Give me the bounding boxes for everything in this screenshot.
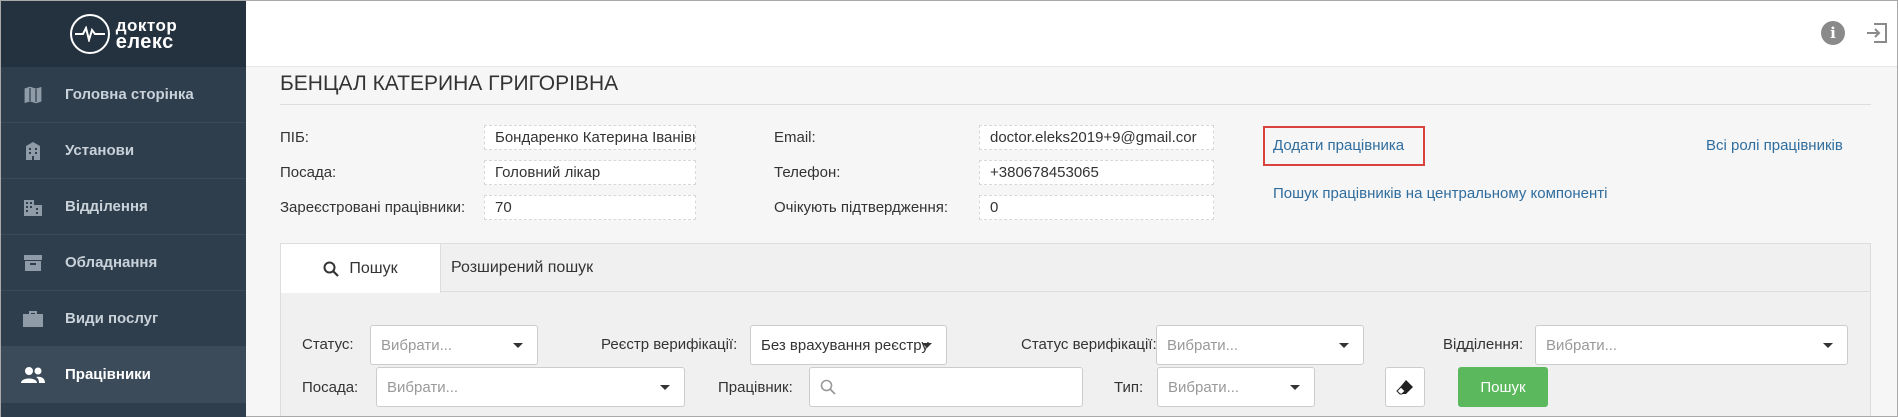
- sidebar-item-departments[interactable]: Відділення: [1, 179, 246, 235]
- chevron-down-icon: [1290, 385, 1300, 390]
- registry-select[interactable]: Без врахування реєстру: [750, 325, 947, 365]
- pib-value: Бондаренко Катерина Іванівна: [484, 125, 696, 150]
- chevron-down-icon: [1339, 343, 1349, 348]
- pending-value: 0: [979, 195, 1214, 220]
- archive-icon: [1, 253, 65, 273]
- department-select-value: Вибрати...: [1546, 337, 1618, 354]
- map-icon: [1, 84, 65, 105]
- search-panel: Пошук Розширений пошук Статус: Вибрати..…: [280, 243, 1871, 416]
- registry-label: Реєстр верифікації:: [601, 336, 738, 353]
- verification-status-select-value: Вибрати...: [1167, 337, 1239, 354]
- search-icon: [820, 379, 836, 400]
- type-select-value: Вибрати...: [1168, 379, 1240, 396]
- building-icon: [1, 141, 65, 161]
- sidebar-item-label: Головна сторінка: [65, 86, 194, 103]
- verification-status-label: Статус верифікації:: [1021, 336, 1157, 353]
- department-label: Відділення:: [1443, 336, 1524, 353]
- tab-search-label: Пошук: [349, 259, 398, 277]
- top-bar: i: [246, 1, 1897, 67]
- sidebar-item-label: Відділення: [65, 198, 148, 215]
- type-select[interactable]: Вибрати...: [1157, 367, 1315, 407]
- phone-label: Телефон:: [774, 164, 841, 181]
- info-icon[interactable]: i: [1821, 21, 1845, 45]
- clear-filters-button[interactable]: [1385, 367, 1425, 407]
- search-central-link[interactable]: Пошук працівників на центральному компон…: [1273, 185, 1607, 202]
- sidebar-item-services[interactable]: Види послуг: [1, 291, 246, 347]
- sidebar-item-label: Працівники: [65, 366, 151, 383]
- department-select[interactable]: Вибрати...: [1535, 325, 1848, 365]
- status-label: Статус:: [302, 336, 354, 353]
- sidebar-item-label: Установи: [65, 142, 135, 159]
- status-select-value: Вибрати...: [381, 337, 453, 354]
- type-label: Тип:: [1114, 379, 1144, 396]
- verification-status-select[interactable]: Вибрати...: [1156, 325, 1364, 365]
- position-filter-label: Посада:: [302, 379, 359, 396]
- logo-line2: елекс: [115, 31, 174, 53]
- main-content: БЕНЦАЛ КАТЕРИНА ГРИГОРІВНА ПІБ: Бондарен…: [246, 67, 1897, 416]
- position-select-value: Вибрати...: [387, 379, 459, 396]
- tab-search[interactable]: Пошук: [281, 244, 441, 293]
- tab-advanced-search[interactable]: Розширений пошук: [441, 244, 593, 291]
- sidebar-item-employees[interactable]: Працівники: [1, 347, 246, 403]
- sidebar-item-equipment[interactable]: Обладнання: [1, 235, 246, 291]
- logout-icon[interactable]: [1865, 21, 1889, 50]
- add-employee-link[interactable]: Додати працівника: [1273, 137, 1404, 154]
- eraser-icon: [1396, 379, 1414, 395]
- registry-select-value: Без врахування реєстру: [761, 337, 929, 354]
- employee-search-input[interactable]: [809, 367, 1083, 407]
- city-icon: [1, 197, 65, 217]
- logo-heartbeat-icon: [69, 14, 110, 54]
- sidebar-item-home[interactable]: Головна сторінка: [1, 67, 246, 123]
- briefcase-icon: [1, 309, 65, 329]
- chevron-down-icon: [1823, 343, 1833, 348]
- chevron-down-icon: [513, 343, 523, 348]
- tab-advanced-label: Розширений пошук: [451, 258, 594, 276]
- position-select[interactable]: Вибрати...: [376, 367, 685, 407]
- registered-label: Зареєстровані працівники:: [280, 199, 466, 216]
- chevron-down-icon: [922, 343, 932, 348]
- users-icon: [1, 366, 65, 384]
- sidebar-item-label: Обладнання: [65, 254, 158, 271]
- chevron-down-icon: [660, 385, 670, 390]
- position-value: Головний лікар: [484, 160, 696, 185]
- search-tabs: Пошук Розширений пошук: [281, 244, 1870, 293]
- phone-value: +380678453065: [979, 160, 1214, 185]
- search-icon: [323, 261, 340, 277]
- sidebar: доктор елекс Головна сторінка Установи В…: [1, 1, 246, 417]
- search-button[interactable]: Пошук: [1458, 367, 1548, 407]
- sidebar-item-institutions[interactable]: Установи: [1, 123, 246, 179]
- all-roles-link[interactable]: Всі ролі працівників: [1706, 137, 1843, 154]
- email-label: Email:: [774, 129, 816, 146]
- logo[interactable]: доктор елекс: [1, 1, 246, 67]
- pending-label: Очікують підтвердження:: [774, 199, 949, 216]
- employee-label: Працівник:: [718, 379, 793, 396]
- status-select[interactable]: Вибрати...: [370, 325, 538, 365]
- pib-label: ПІБ:: [280, 129, 309, 146]
- page-title: БЕНЦАЛ КАТЕРИНА ГРИГОРІВНА: [280, 72, 619, 95]
- registered-value: 70: [484, 195, 696, 220]
- position-label: Посада:: [280, 164, 337, 181]
- email-value: doctor.eleks2019+9@gmail.cor: [979, 125, 1214, 150]
- title-divider: [280, 104, 1871, 105]
- sidebar-item-label: Види послуг: [65, 310, 159, 327]
